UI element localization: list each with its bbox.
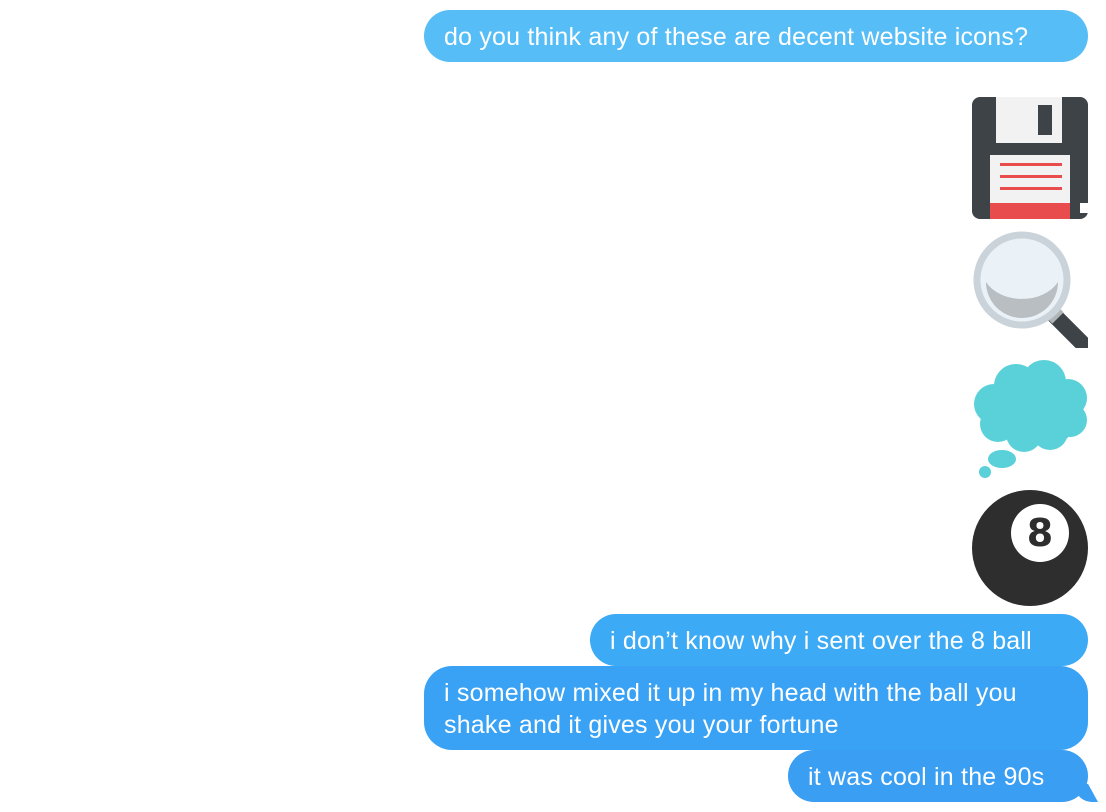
eight-ball-label: 8 (1027, 511, 1053, 555)
message-text: i don’t know why i sent over the 8 ball (610, 627, 1032, 655)
sent-message-bubble[interactable]: it was cool in the 90s (788, 750, 1088, 802)
eight-ball-emoji[interactable]: 8 (972, 487, 1088, 609)
floppy-disk-icon (972, 97, 1088, 219)
floppy-disk-emoji[interactable] (972, 97, 1088, 219)
eight-ball-icon: 8 (972, 490, 1088, 606)
thought-balloon-icon (974, 360, 1087, 478)
sent-message-bubble[interactable]: i don’t know why i sent over the 8 ball (590, 614, 1088, 666)
message-text: it was cool in the 90s (808, 763, 1045, 791)
magnifying-glass-emoji[interactable] (972, 228, 1088, 348)
sent-message-bubble[interactable]: do you think any of these are decent web… (424, 10, 1088, 62)
message-text: i somehow mixed it up in my head with th… (444, 679, 1017, 739)
magnifying-glass-icon (973, 231, 1088, 348)
thought-balloon-emoji[interactable] (972, 358, 1088, 480)
message-text: do you think any of these are decent web… (444, 23, 1029, 51)
sent-message-bubble[interactable]: i somehow mixed it up in my head with th… (424, 666, 1088, 750)
